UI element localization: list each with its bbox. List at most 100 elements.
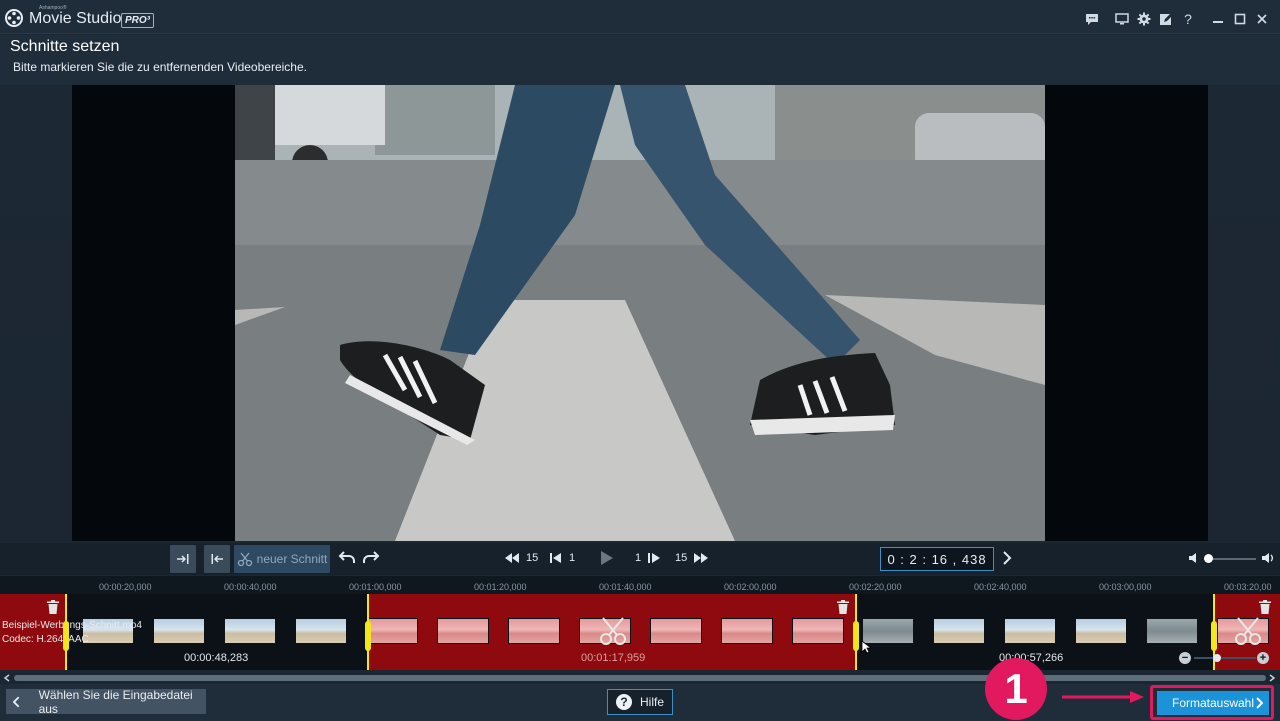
track-codec: Codec: H.264, AAC: [2, 634, 89, 645]
video-thumbnail: [792, 618, 844, 644]
title-bar: Ashampoo® Movie Studio PRO³ ?: [0, 0, 1280, 34]
help-icon[interactable]: ?: [1178, 9, 1198, 29]
back-button[interactable]: Wählen Sie die Eingabedatei aus: [6, 687, 206, 716]
feedback-icon[interactable]: [1082, 9, 1102, 29]
zoom-in-button[interactable]: +: [1257, 652, 1269, 664]
app-edition: PRO³: [121, 13, 154, 28]
close-icon[interactable]: [1252, 9, 1272, 29]
timecode-field[interactable]: 0 : 2 : 16 , 438: [880, 547, 994, 571]
scissors-icon: [1235, 617, 1261, 645]
segment-duration: 00:00:48,283: [184, 652, 249, 664]
zoom-slider-handle[interactable]: [1213, 654, 1221, 662]
film-reel-icon: [5, 9, 23, 27]
redo-icon: [363, 551, 380, 563]
gear-icon[interactable]: [1134, 9, 1154, 29]
video-thumbnail: [366, 618, 418, 644]
ruler-label: 00:02:20,000: [849, 582, 902, 592]
set-end-marker-button[interactable]: [170, 545, 196, 573]
cut-marker-handle[interactable]: [1211, 621, 1217, 651]
set-start-marker-button[interactable]: [204, 545, 230, 573]
skip-back-button[interactable]: 15: [504, 552, 538, 564]
arrow-from-line-icon: [211, 554, 223, 564]
zoom-out-button[interactable]: −: [1179, 652, 1191, 664]
cut-marker-handle[interactable]: [853, 621, 859, 651]
ruler-label: 00:01:20,000: [474, 582, 527, 592]
arrow-to-line-icon: [177, 554, 189, 564]
video-track[interactable]: Beispiel-Werbungs-Schnitt.mp4 Codec: H.2…: [0, 594, 1280, 670]
zoom-slider[interactable]: [1194, 654, 1256, 662]
annotation-arrow-icon: [1062, 691, 1144, 703]
scrollbar-thumb[interactable]: [14, 675, 1266, 681]
video-thumbnail: [933, 618, 985, 644]
ruler-label: 00:03:20,00: [1224, 582, 1272, 592]
segment-duration: 00:01:17,959: [581, 652, 646, 664]
video-thumbnail: [1075, 618, 1127, 644]
ruler-label: 00:00:40,000: [224, 582, 277, 592]
trash-icon[interactable]: [837, 600, 849, 614]
edit-icon[interactable]: [1156, 9, 1176, 29]
video-frame[interactable]: [235, 85, 1045, 541]
volume-up-icon[interactable]: [1261, 552, 1275, 564]
step-number-badge: 1: [985, 658, 1047, 720]
rewind-icon: [505, 553, 519, 563]
volume-slider[interactable]: [1204, 554, 1256, 563]
app-name: Movie Studio: [29, 10, 122, 27]
step-back-icon: [550, 553, 561, 563]
video-thumbnail: [1146, 618, 1198, 644]
maximize-icon[interactable]: [1230, 9, 1250, 29]
question-icon: ?: [615, 694, 632, 710]
new-cut-label: neuer Schnitt: [256, 552, 328, 566]
new-cut-button[interactable]: neuer Schnitt: [234, 545, 330, 573]
chevron-left-icon[interactable]: [3, 674, 11, 682]
display-icon[interactable]: [1112, 9, 1132, 29]
ruler-label: 00:00:20,000: [99, 582, 152, 592]
format-selection-button[interactable]: Formatauswahl: [1157, 691, 1269, 715]
scissors-icon: [237, 552, 252, 567]
video-thumbnail: [437, 618, 489, 644]
page-header: Schnitte setzen Bitte markieren Sie die …: [0, 35, 1280, 85]
frame-back-value: 1: [569, 552, 576, 564]
chevron-right-icon[interactable]: [1268, 674, 1276, 682]
help-button[interactable]: ? Hilfe: [607, 689, 673, 715]
ruler-label: 00:02:40,000: [974, 582, 1027, 592]
back-button-label: Wählen Sie die Eingabedatei aus: [38, 687, 193, 716]
skip-forward-value: 15: [675, 552, 688, 564]
skip-forward-button[interactable]: 15: [675, 552, 709, 564]
track-file-info: Beispiel-Werbungs-Schnitt.mp4 Codec: H.2…: [2, 619, 142, 647]
timeline-scrollbar[interactable]: [0, 672, 1280, 684]
step-forward-icon: [648, 553, 661, 563]
next-button-label: Formatauswahl: [1171, 696, 1255, 710]
ruler-label: 00:02:00,000: [724, 582, 777, 592]
frame-forward-button[interactable]: 1: [635, 552, 661, 564]
ruler-label: 00:03:00,000: [1099, 582, 1152, 592]
fast-forward-icon: [694, 553, 709, 563]
video-thumbnail: [153, 618, 205, 644]
movie-studio-window: Ashampoo® Movie Studio PRO³ ? Schnitte s…: [0, 0, 1280, 721]
mouse-cursor-icon: [861, 640, 871, 654]
page-title: Schnitte setzen: [10, 38, 120, 55]
volume-mute-icon[interactable]: [1188, 552, 1200, 564]
cut-marker-handle[interactable]: [63, 621, 69, 651]
frame-back-button[interactable]: 1: [549, 552, 575, 564]
cut-marker-handle[interactable]: [365, 621, 371, 651]
video-preview-area: [0, 85, 1280, 542]
undo-button[interactable]: [338, 549, 356, 565]
video-thumbnail: [508, 618, 560, 644]
trash-icon[interactable]: [1259, 600, 1271, 614]
minimize-icon[interactable]: [1208, 9, 1228, 29]
track-file-name: Beispiel-Werbungs-Schnitt.mp4: [2, 620, 142, 631]
skip-back-value: 15: [526, 552, 539, 564]
redo-button[interactable]: [362, 549, 380, 565]
undo-icon: [338, 551, 355, 563]
video-thumbnail: [224, 618, 276, 644]
play-icon: [601, 551, 613, 565]
chevron-right-icon: [1256, 697, 1263, 709]
trash-icon[interactable]: [47, 600, 59, 614]
chevron-right-icon: [1003, 551, 1012, 565]
timeline-ruler[interactable]: 00:00:20,000 00:00:40,000 00:01:00,000 0…: [0, 576, 1280, 594]
volume-slider-handle[interactable]: [1204, 554, 1213, 563]
chevron-left-icon: [13, 696, 20, 707]
play-button[interactable]: [600, 550, 614, 566]
timecode-go-button[interactable]: [1002, 550, 1012, 566]
ruler-label: 00:01:40,000: [599, 582, 652, 592]
